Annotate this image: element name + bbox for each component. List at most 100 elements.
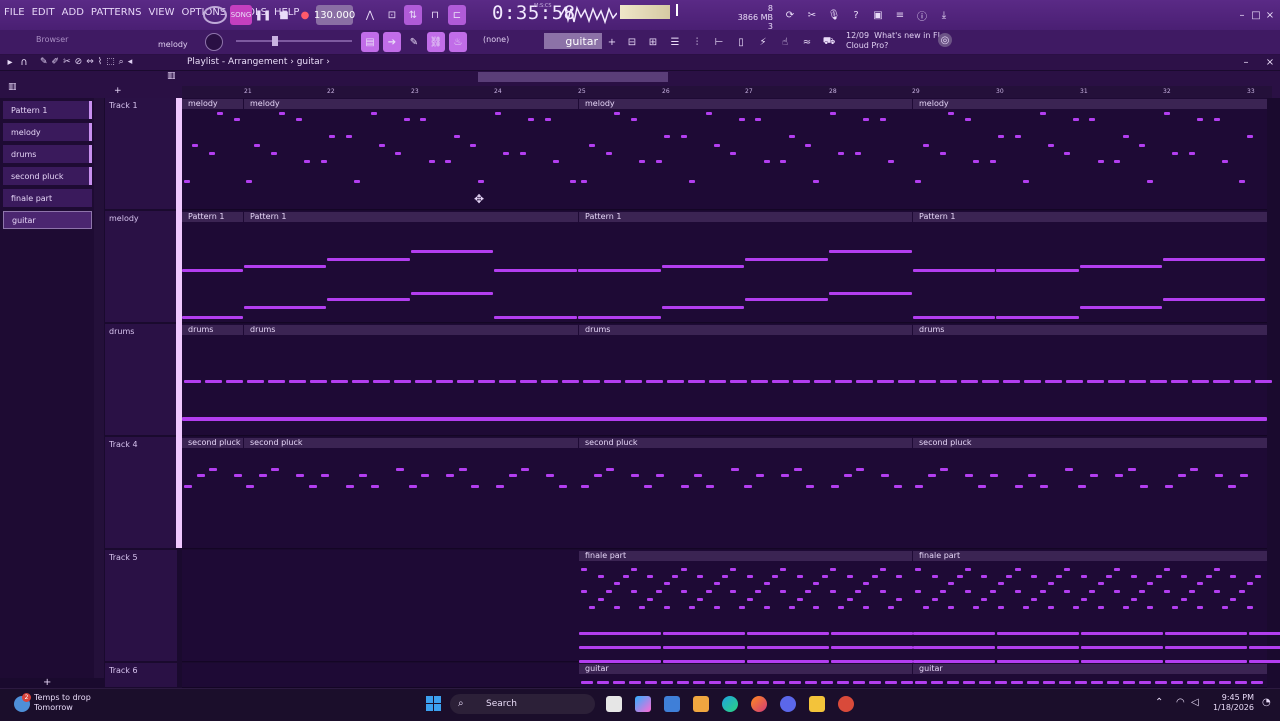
- clip-header[interactable]: drums: [579, 325, 912, 335]
- clip-header[interactable]: Pattern 1: [579, 212, 912, 222]
- step-edit-icon[interactable]: ⊓: [426, 5, 444, 25]
- clip-header[interactable]: drums: [913, 325, 1267, 335]
- add-pattern-icon[interactable]: +: [606, 32, 618, 52]
- picker-item[interactable]: finale part: [3, 189, 92, 207]
- wifi-icon[interactable]: ◠: [1176, 697, 1185, 708]
- picker-add-icon[interactable]: +: [43, 677, 51, 688]
- clip-header[interactable]: Pattern 1: [913, 212, 1267, 222]
- menu-file[interactable]: FILE: [4, 7, 25, 18]
- wait-input-icon[interactable]: ⊡: [383, 5, 401, 25]
- master-pitch-knob[interactable]: [205, 33, 223, 51]
- weather-widget[interactable]: Temps to drop Tomorrow: [34, 693, 91, 713]
- firefox-icon[interactable]: [751, 696, 767, 712]
- menu-view[interactable]: VIEW: [149, 7, 175, 18]
- help-icon[interactable]: ?: [847, 5, 865, 25]
- browser-window-icon[interactable]: ▯: [733, 32, 749, 52]
- record-button[interactable]: ●: [297, 5, 313, 25]
- piano-roll-window-icon[interactable]: ⊞: [645, 32, 661, 52]
- globe-icon[interactable]: ◎: [938, 33, 952, 47]
- clip-header[interactable]: melody: [244, 99, 578, 109]
- discord-icon[interactable]: [780, 696, 796, 712]
- playlist-minimize-icon[interactable]: –: [1240, 56, 1252, 68]
- info-icon[interactable]: ⓘ: [913, 5, 931, 25]
- volume-icon[interactable]: ◁: [1191, 697, 1199, 708]
- picker-item[interactable]: melody: [3, 123, 92, 141]
- playlist-window-icon[interactable]: ☰: [667, 32, 683, 52]
- menu-patterns[interactable]: PATTERNS: [91, 7, 142, 18]
- download-icon[interactable]: ⤓: [935, 5, 953, 25]
- clip-header[interactable]: second pluck: [244, 438, 578, 448]
- song-mode-toggle[interactable]: SONG: [230, 5, 252, 25]
- minimize-icon[interactable]: –: [1236, 5, 1248, 25]
- loop-record-icon[interactable]: ⊏: [448, 5, 466, 25]
- channel-window-icon[interactable]: ⊢: [711, 32, 727, 52]
- picker-item[interactable]: second pluck: [3, 167, 92, 185]
- playlist-horizontal-scrollbar[interactable]: [478, 72, 668, 82]
- piano-roll-icon[interactable]: ➔: [383, 32, 401, 52]
- paint-tool-icon[interactable]: ✐: [52, 57, 60, 69]
- copilot-icon[interactable]: [635, 696, 651, 712]
- playback-tool-icon[interactable]: ◂: [128, 57, 133, 69]
- cart-icon[interactable]: ⛟: [821, 32, 837, 52]
- slice-tool-icon[interactable]: ⌇: [98, 57, 102, 69]
- store-icon[interactable]: [664, 696, 680, 712]
- mixer-window-icon[interactable]: ⫶: [689, 32, 705, 52]
- track-header[interactable]: melody: [105, 211, 177, 323]
- track-header[interactable]: Track 6: [105, 663, 177, 688]
- undo-icon[interactable]: ⟳: [781, 5, 799, 25]
- clip-header[interactable]: melody: [913, 99, 1267, 109]
- clip-header[interactable]: Pattern 1: [182, 212, 243, 222]
- clip-header[interactable]: Pattern 1: [244, 212, 578, 222]
- playlist-icon[interactable]: ▤: [361, 32, 379, 52]
- microphone-icon[interactable]: 🎙: [825, 5, 843, 25]
- metronome-icon[interactable]: ⋀: [361, 5, 379, 25]
- plugin-icon[interactable]: ⚡: [755, 32, 771, 52]
- edge-icon[interactable]: [722, 696, 738, 712]
- menu-add[interactable]: ADD: [62, 7, 84, 18]
- menu-edit[interactable]: EDIT: [32, 7, 55, 18]
- taskbar-clock[interactable]: 9:45 PM 1/18/2026: [1212, 693, 1254, 713]
- playlist-close-icon[interactable]: ×: [1264, 56, 1276, 68]
- clip-header[interactable]: guitar: [579, 664, 912, 674]
- clip-header[interactable]: guitar: [913, 664, 1267, 674]
- countdown-icon[interactable]: ⇅: [404, 5, 422, 25]
- delete-tool-icon[interactable]: ✂: [63, 57, 71, 69]
- mixer-icon[interactable]: ≡: [891, 5, 909, 25]
- tempo-display[interactable]: 130.000: [314, 5, 355, 25]
- tempo-tap-icon[interactable]: ≈: [799, 32, 815, 52]
- master-volume-handle[interactable]: [272, 36, 278, 46]
- close-icon[interactable]: ×: [1264, 5, 1276, 25]
- fl-studio-icon[interactable]: [693, 696, 709, 712]
- task-view-icon[interactable]: [606, 696, 622, 712]
- clip-header[interactable]: melody: [579, 99, 912, 109]
- clip-header[interactable]: second pluck: [579, 438, 912, 448]
- keyboard-icon[interactable]: ▥: [167, 71, 179, 83]
- news-panel[interactable]: 12/09 What's new in FL Cloud Pro?: [846, 31, 942, 51]
- picker-item[interactable]: Pattern 1: [3, 101, 92, 119]
- save-icon[interactable]: ▣: [869, 5, 887, 25]
- playlist-pattern[interactable]: guitar: [297, 57, 324, 67]
- pattern-select[interactable]: guitar: [544, 33, 602, 49]
- picker-item-selected[interactable]: guitar: [3, 211, 92, 229]
- zoom-tool-icon[interactable]: ⌕: [119, 57, 124, 69]
- channel-rack-icon[interactable]: ⊟: [624, 32, 640, 52]
- clip-header[interactable]: melody: [182, 99, 243, 109]
- notification-icon[interactable]: ◔: [1262, 697, 1271, 708]
- track-header[interactable]: Track 1: [105, 98, 177, 210]
- stop-button[interactable]: ■: [276, 5, 292, 25]
- taskbar-search[interactable]: Search: [450, 694, 595, 714]
- add-track-icon[interactable]: +: [114, 86, 122, 96]
- clip-header[interactable]: finale part: [913, 551, 1267, 561]
- clip-header[interactable]: finale part: [579, 551, 912, 561]
- mute-tool-icon[interactable]: ⊘: [75, 57, 83, 69]
- obs-icon[interactable]: [838, 696, 854, 712]
- touch-icon[interactable]: ☝: [777, 32, 793, 52]
- picker-piano-icon[interactable]: ▥: [8, 82, 17, 92]
- magnet-icon[interactable]: ∩: [18, 56, 30, 68]
- draw-tool-icon[interactable]: ✎: [40, 57, 48, 69]
- clip-header[interactable]: second pluck: [913, 438, 1267, 448]
- playlist-menu-arrow-icon[interactable]: ▸: [4, 56, 16, 68]
- master-volume-slider[interactable]: [236, 40, 352, 42]
- picker-item[interactable]: drums: [3, 145, 92, 163]
- file-explorer-icon[interactable]: [809, 696, 825, 712]
